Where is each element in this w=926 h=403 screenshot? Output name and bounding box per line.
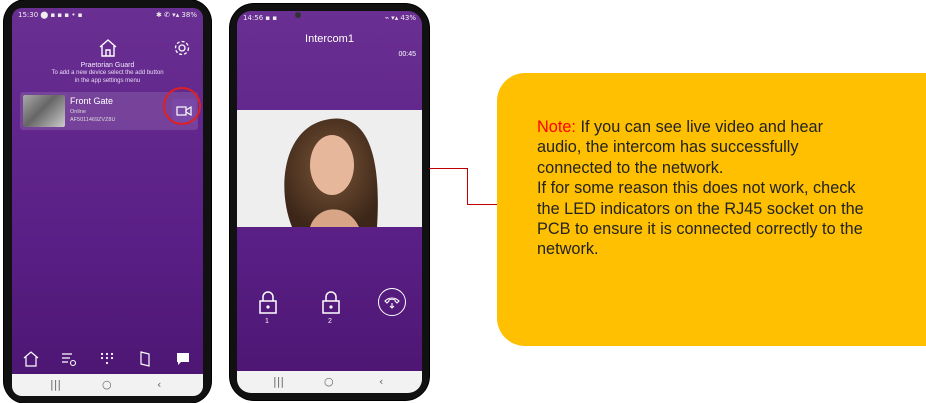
note-line-1: If you can see live video and hear audio… [537, 118, 824, 177]
device-status: Online [70, 109, 86, 115]
highlight-circle [163, 87, 201, 125]
connector-line-horizontal-2 [467, 204, 497, 205]
tab-chat-icon[interactable] [172, 348, 194, 370]
lock-1-button[interactable] [255, 288, 281, 316]
call-timer: 00:45 [398, 51, 416, 58]
device-name: Front Gate [70, 96, 114, 106]
note-text: Note: If you can see live video and hear… [537, 117, 867, 260]
status-bar: 15:30 ⬤ ▪ ▪ ▪ • ▪ ✱ ✆ ▾▴ 38% [12, 8, 203, 22]
tab-keypad-icon[interactable] [96, 348, 118, 370]
lock-2-button[interactable] [318, 288, 344, 316]
intercom-call-screen: 14:56 ▪ ▪ ⌁ ▾▴ 43% Intercom1 00:45 1 2 |… [237, 11, 422, 393]
lock-1-label: 1 [265, 318, 269, 325]
note-line-2: If for some reason this does not work, c… [537, 179, 864, 259]
nav-recents-button[interactable]: ||| [50, 378, 61, 391]
gear-icon[interactable] [172, 38, 192, 58]
nav-back-button[interactable]: ‹ [379, 375, 383, 388]
lock-2-label: 2 [328, 318, 332, 325]
status-right: ✱ ✆ ▾▴ 38% [156, 11, 197, 19]
padlock-icon [322, 291, 340, 314]
nav-home-button[interactable]: ○ [102, 378, 112, 391]
status-left: 15:30 ⬤ ▪ ▪ ▪ • ▪ [18, 11, 83, 19]
system-nav-bar: ||| ○ ‹ [237, 371, 422, 393]
nav-recents-button[interactable]: ||| [273, 375, 284, 388]
status-left: 14:56 ▪ ▪ [243, 14, 278, 22]
phone-device-list: 15:30 ⬤ ▪ ▪ ▪ • ▪ ✱ ✆ ▾▴ 38% Praetorian … [4, 0, 211, 403]
device-id: AF5011469ZVZ8U [70, 117, 116, 123]
tab-home-icon[interactable] [20, 348, 42, 370]
front-camera [295, 12, 301, 18]
status-bar: 14:56 ▪ ▪ ⌁ ▾▴ 43% [237, 11, 422, 25]
system-nav-bar: ||| ○ ‹ [12, 374, 203, 396]
nav-home-button[interactable]: ○ [324, 375, 334, 388]
note-callout: Note: If you can see live video and hear… [497, 73, 926, 346]
device-thumbnail [23, 95, 65, 127]
tab-list-search-icon[interactable] [58, 348, 80, 370]
hang-up-button[interactable] [378, 288, 406, 316]
tab-door-icon[interactable] [134, 348, 156, 370]
status-right: ⌁ ▾▴ 43% [384, 14, 416, 22]
live-video-feed [237, 110, 422, 227]
connector-line-vertical [467, 168, 468, 205]
padlock-icon [259, 291, 277, 314]
connector-line-horizontal-1 [429, 168, 468, 169]
nav-back-button[interactable]: ‹ [157, 378, 161, 391]
instructions-line-1: To add a new device select the add butto… [51, 70, 164, 76]
home-icon[interactable] [96, 36, 120, 60]
device-list-screen: 15:30 ⬤ ▪ ▪ ▪ • ▪ ✱ ✆ ▾▴ 38% Praetorian … [12, 8, 203, 396]
call-title: Intercom1 [305, 33, 354, 45]
instructions-line-2: in the app settings menu [74, 78, 141, 84]
phone-hangup-icon [384, 297, 400, 309]
phone-intercom-call: 14:56 ▪ ▪ ⌁ ▾▴ 43% Intercom1 00:45 1 2 |… [230, 4, 429, 400]
brand-name: Praetorian Guard [80, 62, 135, 69]
note-label: Note: [537, 118, 576, 136]
